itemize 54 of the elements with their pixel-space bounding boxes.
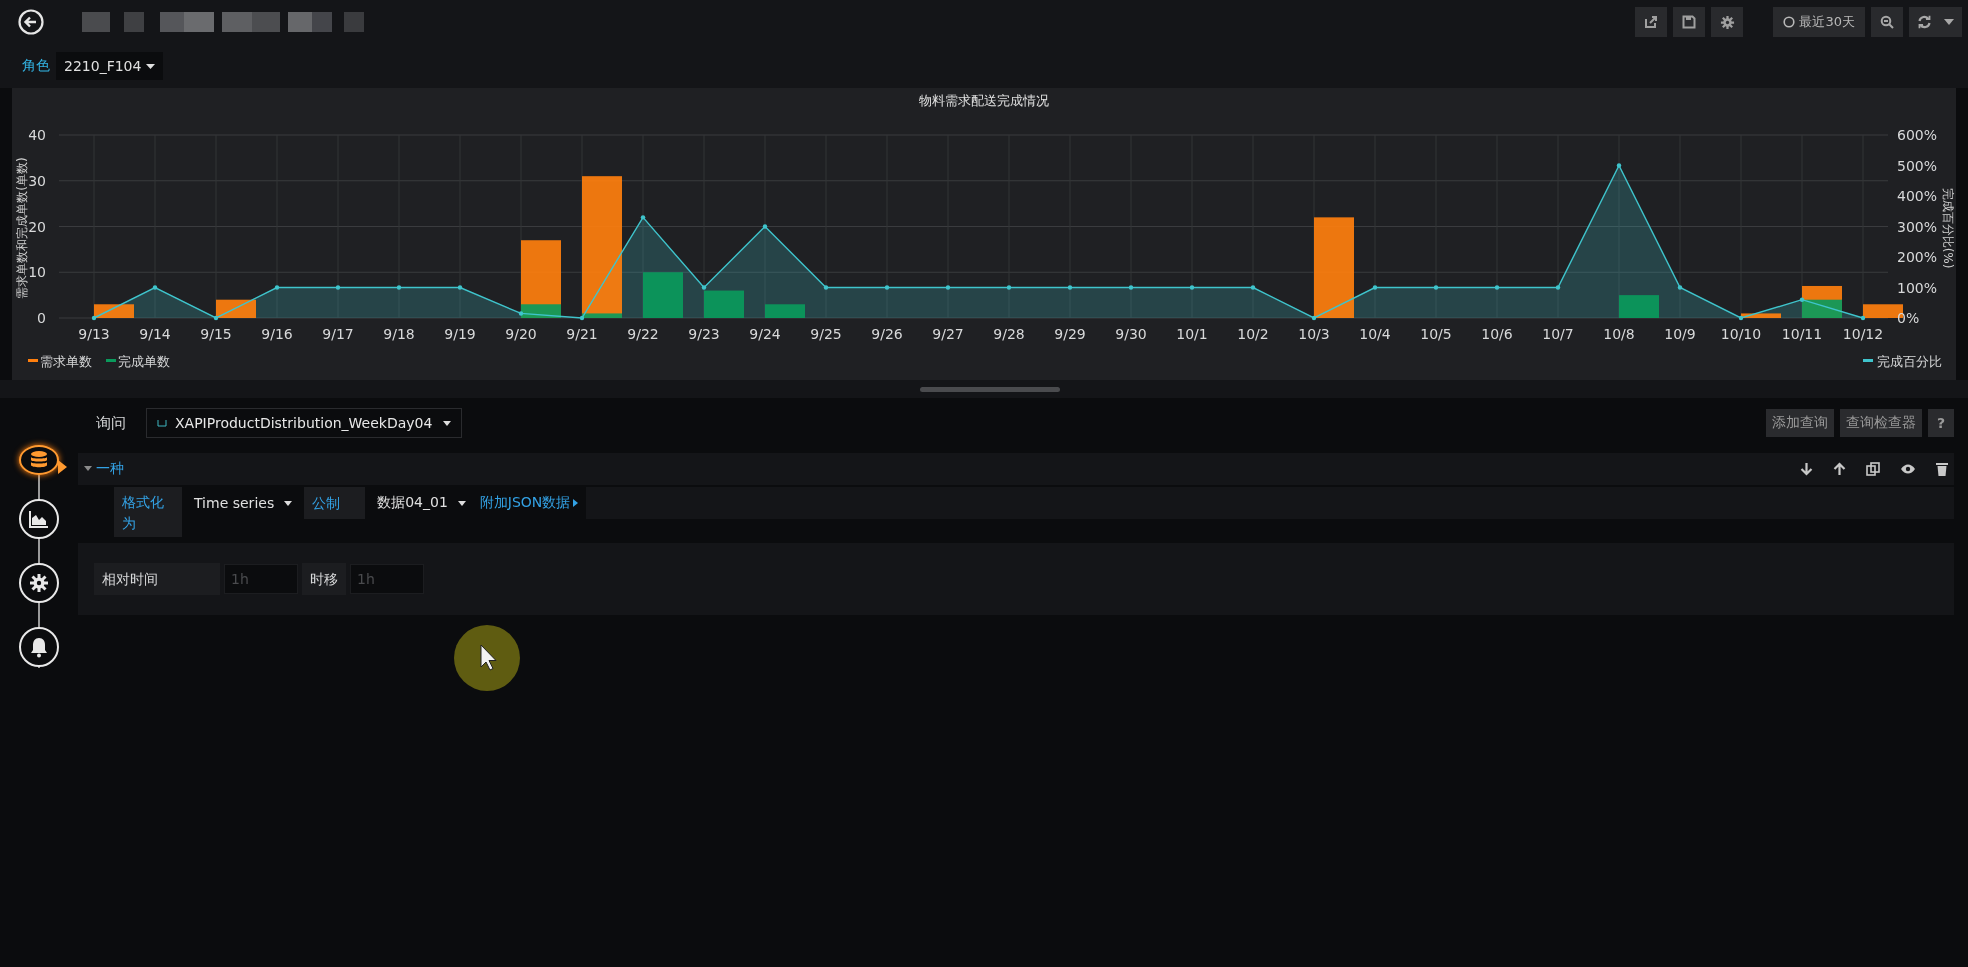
axis-tick-label: 10/3: [1298, 326, 1330, 342]
legend-label: 需求单数: [40, 354, 92, 369]
axis-tick-label: 9/23: [688, 326, 720, 342]
axis-tick-label: 10/2: [1237, 326, 1269, 342]
axis-tick-label: 200%: [1897, 249, 1938, 265]
y-axis-title: 需求单数和完成单数(单数): [15, 157, 29, 299]
axis-tick-label: 9/15: [200, 326, 232, 342]
axis-tick-label: 10/1: [1176, 326, 1208, 342]
axis-tick-label: 9/22: [627, 326, 659, 342]
axis-tick-label: 10/12: [1842, 326, 1884, 342]
axis-tick-label: 500%: [1897, 157, 1938, 174]
axis-tick-label: 9/18: [383, 326, 415, 342]
axis-tick-label: 20: [28, 218, 46, 235]
metric-label: 公制: [304, 487, 366, 519]
axis-tick-label: 40: [28, 127, 46, 143]
axis-tick-label: 9/25: [810, 326, 842, 342]
legend-label: 完成单数: [118, 354, 170, 369]
axis-tick-label: 400%: [1897, 188, 1938, 204]
axis-tick-label: 9/28: [993, 326, 1025, 342]
axis-tick-label: 9/13: [78, 326, 110, 342]
axis-tick-label: 10/7: [1542, 326, 1574, 342]
axis-tick-label: 9/19: [444, 326, 476, 342]
axis-tick-label: 9/29: [1054, 326, 1086, 342]
axis-tick-label: 10/5: [1420, 326, 1452, 342]
axis-tick-label: 9/17: [322, 326, 354, 342]
format-label: 格式化为: [114, 487, 182, 537]
axis-tick-label: 0%: [1897, 310, 1920, 326]
axis-tick-label: 9/26: [871, 326, 903, 342]
datasource-label: 询问: [96, 413, 127, 433]
axis-tick-label: 10/9: [1664, 326, 1696, 342]
axis-tick-label: 0: [37, 310, 46, 326]
axis-tick-label: 30: [28, 172, 46, 189]
axis-tick-label: 9/30: [1115, 326, 1147, 342]
axis-tick-label: 10/10: [1720, 326, 1762, 342]
axis-tick-label: 9/14: [139, 326, 171, 342]
axis-tick-label: 10/8: [1603, 326, 1635, 342]
axis-tick-label: 10/4: [1359, 326, 1391, 342]
y-axis-title: 完成百分比(%): [1941, 187, 1955, 269]
axis-tick-label: 10/11: [1781, 326, 1823, 342]
axis-tick-label: 9/27: [932, 326, 964, 342]
relative-time-label: 相对时间: [94, 563, 220, 595]
axis-tick-label: 300%: [1897, 218, 1938, 235]
legend-label: 完成百分比: [1877, 354, 1942, 369]
axis-tick-label: 9/20: [505, 326, 537, 342]
variable-label: 角色: [22, 57, 50, 75]
axis-tick-label: 600%: [1897, 127, 1938, 143]
axis-tick-label: 9/24: [749, 326, 781, 342]
axis-tick-label: 9/21: [566, 326, 598, 342]
axis-tick-label: 9/16: [261, 326, 293, 342]
axis-tick-label: 10/6: [1481, 326, 1513, 342]
axis-tick-label: 100%: [1897, 279, 1938, 296]
chart-title: 物料需求配送完成情况: [919, 93, 1049, 108]
time-shift-label: 时移: [302, 563, 346, 595]
axis-tick-label: 10: [28, 264, 46, 281]
